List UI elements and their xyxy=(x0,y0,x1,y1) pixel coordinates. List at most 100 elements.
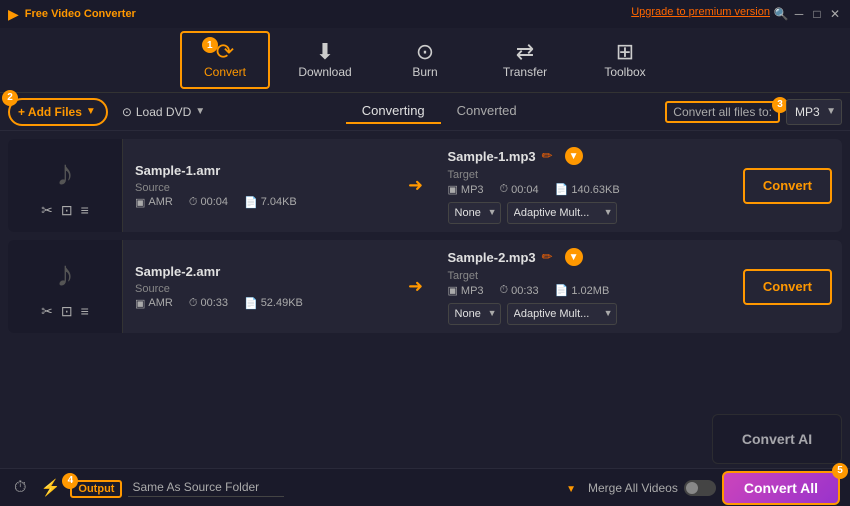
effect1-select-2[interactable]: None xyxy=(448,303,501,325)
file-info-1: Sample-1.amr Source ▣ AMR ⏱ 00:04 📄 7.04… xyxy=(123,139,396,232)
target-expand-btn-2[interactable]: ▼ xyxy=(565,248,583,266)
arrow-col-1: ➜ xyxy=(396,139,436,232)
lightning-button[interactable]: ⚡ xyxy=(36,476,64,500)
effect2-wrapper-1: Adaptive Mult... ▼ xyxy=(507,202,617,224)
target-size-1: 140.63KB xyxy=(571,184,619,196)
merge-toggle[interactable] xyxy=(684,480,716,496)
source-size-2: 52.49KB xyxy=(261,297,303,309)
file-source-name-2: Sample-2.amr xyxy=(135,264,384,279)
crop-icon[interactable]: ⊡ xyxy=(61,202,73,219)
titlebar-left: ▶ Free Video Converter xyxy=(8,6,136,23)
navbar: 1 ⟳ Convert ⬇ Download ⊙ Burn ⇄ Transfer… xyxy=(0,28,850,93)
titlebar: ▶ Free Video Converter Upgrade to premiu… xyxy=(0,0,850,28)
source-format-2: AMR xyxy=(148,297,172,309)
clock-icon-1: ⏱ xyxy=(189,196,198,209)
source-size-1: 7.04KB xyxy=(261,196,297,208)
nav-item-convert[interactable]: 1 ⟳ Convert xyxy=(180,31,270,89)
file-source-name-1: Sample-1.amr xyxy=(135,163,384,178)
tab-converting[interactable]: Converting xyxy=(346,99,441,124)
convert-all-button[interactable]: Convert All xyxy=(722,471,840,505)
cut-icon-2[interactable]: ✂ xyxy=(41,303,53,320)
nav-item-transfer[interactable]: ⇄ Transfer xyxy=(480,31,570,89)
target-label-2: Target xyxy=(448,270,721,282)
convert-button-2[interactable]: Convert xyxy=(743,269,832,305)
nav-toolbox-label: Toolbox xyxy=(604,65,645,79)
target-duration-item-1: ⏱ 00:04 xyxy=(500,183,539,196)
actionbar: 2 + Add Files ▼ ⊙ Load DVD ▼ Converting … xyxy=(0,93,850,131)
effect2-select-2[interactable]: Adaptive Mult... xyxy=(507,303,617,325)
effect2-select-1[interactable]: Adaptive Mult... xyxy=(507,202,617,224)
target-duration-item-2: ⏱ 00:33 xyxy=(500,284,539,297)
nav-item-download[interactable]: ⬇ Download xyxy=(280,31,370,89)
file-thumbnail-2: ♪ ✂ ⊡ ≡ xyxy=(8,240,123,333)
arrow-right-icon-2: ➜ xyxy=(408,276,423,297)
file-meta-2: ▣ AMR ⏱ 00:33 📄 52.49KB xyxy=(135,297,384,310)
download-nav-icon: ⬇ xyxy=(316,41,334,63)
format-icon-1: ▣ xyxy=(135,196,145,209)
window-controls: 🔍 ─ □ ✕ xyxy=(774,7,842,21)
music-icon-1: ♪ xyxy=(56,152,74,194)
badge-5: 5 xyxy=(832,463,848,479)
effects-icon[interactable]: ≡ xyxy=(81,202,89,219)
load-dvd-caret-icon: ▼ xyxy=(195,106,205,117)
nav-burn-label: Burn xyxy=(412,65,437,79)
output-path-wrapper: Same As Source Folder ▼ xyxy=(128,478,582,497)
load-dvd-label: Load DVD xyxy=(136,105,191,119)
search-icon[interactable]: 🔍 xyxy=(774,7,788,21)
nav-download-label: Download xyxy=(298,65,351,79)
target-meta-2: ▣ MP3 ⏱ 00:33 📄 1.02MB xyxy=(448,284,721,297)
maximize-icon[interactable]: □ xyxy=(810,7,824,21)
output-caret-icon: ▼ xyxy=(566,484,576,495)
target-format-icon-1: ▣ xyxy=(448,183,458,196)
badge-4: 4 xyxy=(62,473,78,489)
crop-icon-2[interactable]: ⊡ xyxy=(61,303,73,320)
transfer-nav-icon: ⇄ xyxy=(516,41,534,63)
nav-convert-badge-wrapper: 1 ⟳ xyxy=(216,41,234,63)
add-files-wrapper: 2 + Add Files ▼ xyxy=(8,98,108,126)
nav-convert-label: Convert xyxy=(204,65,246,79)
file-format-1: ▣ AMR xyxy=(135,196,173,209)
source-format-1: AMR xyxy=(148,196,172,208)
badge-2: 2 xyxy=(2,90,18,106)
load-dvd-button[interactable]: ⊙ Load DVD ▼ xyxy=(114,102,213,122)
history-button[interactable]: ⏱ xyxy=(10,477,30,499)
convert-nav-icon: ⟳ xyxy=(216,39,234,64)
file-tools-2: ✂ ⊡ ≡ xyxy=(41,303,89,320)
convert-all-files-label: Convert all files to: xyxy=(665,101,780,123)
output-path-select[interactable]: Same As Source Folder xyxy=(128,478,284,497)
footer: ⏱ ⚡ 4 Output Same As Source Folder ▼ Mer… xyxy=(0,468,850,506)
source-duration-1: 00:04 xyxy=(200,196,228,208)
nav-item-toolbox[interactable]: ⊞ Toolbox xyxy=(580,31,670,89)
convert-all-wrapper: 3 Convert all files to: MP3 MP4 AAC WAV … xyxy=(665,99,842,125)
clock-icon-2: ⏱ xyxy=(189,297,198,310)
upgrade-link[interactable]: Upgrade to premium version xyxy=(631,6,770,18)
convert-button-1[interactable]: Convert xyxy=(743,168,832,204)
file-thumbnail-1: ♪ ✂ ⊡ ≡ xyxy=(8,139,123,232)
toolbox-nav-icon: ⊞ xyxy=(616,41,634,63)
watermark: Convert AI xyxy=(712,414,842,464)
effect2-wrapper-2: Adaptive Mult... ▼ xyxy=(507,303,617,325)
minimize-icon[interactable]: ─ xyxy=(792,7,806,21)
close-icon[interactable]: ✕ xyxy=(828,7,842,21)
app-title: Free Video Converter xyxy=(25,8,136,20)
target-duration-1: 00:04 xyxy=(511,184,539,196)
target-expand-btn-1[interactable]: ▼ xyxy=(565,147,583,165)
file-info-2: Sample-2.amr Source ▣ AMR ⏱ 00:33 📄 52.4… xyxy=(123,240,396,333)
disc-icon: ⊙ xyxy=(122,105,132,119)
edit-icon-1[interactable]: ✏ xyxy=(542,148,553,164)
target-dropdowns-2: None ▼ Adaptive Mult... ▼ xyxy=(448,303,721,325)
convert-all-label-wrapper: 3 Convert all files to: xyxy=(665,105,780,119)
effects-icon-2[interactable]: ≡ xyxy=(81,303,89,320)
edit-icon-2[interactable]: ✏ xyxy=(542,249,553,265)
add-files-button[interactable]: + Add Files ▼ xyxy=(8,98,108,126)
format-select[interactable]: MP3 MP4 AAC WAV xyxy=(786,99,842,125)
file-tools-1: ✂ ⊡ ≡ xyxy=(41,202,89,219)
target-format-2: MP3 xyxy=(461,285,484,297)
watermark-title: Convert AI xyxy=(742,431,812,447)
effect1-select-1[interactable]: None xyxy=(448,202,501,224)
target-format-item-1: ▣ MP3 xyxy=(448,183,484,196)
cut-icon[interactable]: ✂ xyxy=(41,202,53,219)
tab-converted[interactable]: Converted xyxy=(441,99,533,124)
target-size-item-1: 📄 140.63KB xyxy=(555,183,620,196)
nav-item-burn[interactable]: ⊙ Burn xyxy=(380,31,470,89)
